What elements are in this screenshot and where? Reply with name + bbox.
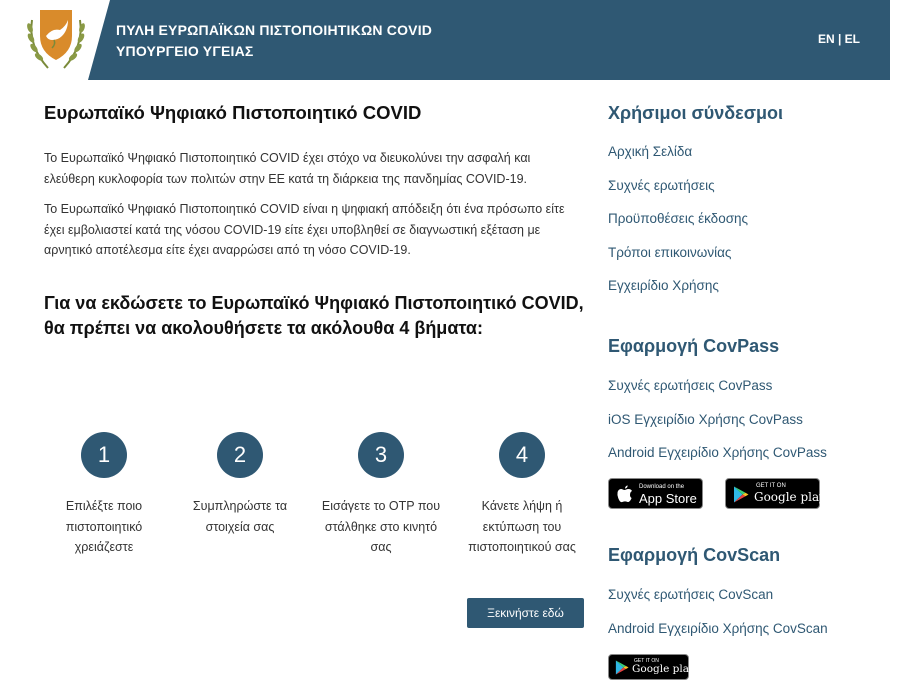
intro-paragraph-1: Το Ευρωπαϊκό Ψηφιακό Πιστοποιητικό COVID…: [44, 151, 531, 186]
portal-title-line1: ΠΥΛΗ ΕΥΡΩΠΑΪΚΩΝ ΠΙΣΤΟΠΟΙΗΤΙΚΩΝ COVID: [116, 22, 433, 38]
covscan-google-play-badge[interactable]: GET IT ON Google play: [608, 654, 695, 680]
step-label: Συμπληρώστε τα στοιχεία σας: [192, 499, 288, 534]
useful-links-list: Αρχική Σελίδα Συχνές ερωτήσεις Προϋποθέσ…: [608, 143, 888, 311]
main-content: Ευρωπαϊκό Ψηφιακό Πιστοποιητικό COVID Το…: [44, 100, 584, 341]
useful-links-heading: Χρήσιμοι σύνδεσμοι: [608, 103, 784, 123]
step-number-badge: 2: [217, 432, 263, 478]
step-label: Εισάγετε το OTP που στάλθηκε στο κινητό …: [321, 499, 441, 554]
covscan-google-play-badge-big: Google play: [632, 663, 695, 675]
lang-en-link[interactable]: EN: [818, 32, 835, 46]
covscan-links-list: Συχνές ερωτήσεις CovScan Android Εγχειρί…: [608, 586, 888, 653]
start-here-button[interactable]: Ξεκινήστε εδώ: [467, 598, 584, 628]
app-store-badge[interactable]: Download on the App Store: [608, 478, 703, 509]
google-play-badge-small: GET IT ON: [756, 483, 786, 489]
page-title: Ευρωπαϊκό Ψηφιακό Πιστοποιητικό COVID: [44, 102, 422, 123]
step-item: 4 Κάνετε λήψη ή εκτύπωση του πιστοποιητι…: [462, 432, 582, 558]
step-label: Κάνετε λήψη ή εκτύπωση του πιστοποιητικο…: [468, 499, 576, 554]
header-divider: [88, 0, 110, 80]
link-covscan-android-manual[interactable]: Android Εγχειρίδιο Χρήσης CovScan: [608, 620, 888, 654]
step-number-badge: 3: [358, 432, 404, 478]
google-play-icon: [734, 486, 749, 503]
google-play-icon: [615, 660, 629, 675]
apple-icon: [617, 485, 632, 503]
language-switcher: EN | EL: [818, 32, 860, 46]
link-user-manual[interactable]: Εγχειρίδιο Χρήσης: [608, 277, 888, 311]
link-covpass-faq[interactable]: Συχνές ερωτήσεις CovPass: [608, 377, 888, 411]
step-item: 1 Επιλέξτε ποιο πιστοποιητικό χρειάζεστε: [44, 432, 164, 558]
link-faq[interactable]: Συχνές ερωτήσεις: [608, 177, 888, 211]
app-store-badge-big: App Store: [639, 491, 697, 506]
lang-separator: |: [834, 32, 845, 46]
link-contact[interactable]: Τρόποι επικοινωνίας: [608, 244, 888, 278]
step-item: 2 Συμπληρώστε τα στοιχεία σας: [180, 432, 300, 537]
link-issuance-requirements[interactable]: Προϋποθέσεις έκδοσης: [608, 210, 888, 244]
app-store-badge-small: Download on the: [639, 484, 685, 490]
link-covpass-android-manual[interactable]: Android Εγχειρίδιο Χρήσης CovPass: [608, 444, 888, 478]
step-number-badge: 1: [81, 432, 127, 478]
portal-title-line2: ΥΠΟΥΡΓΕΙΟ ΥΓΕΙΑΣ: [116, 43, 254, 59]
step-number-badge: 4: [499, 432, 545, 478]
steps-list: 1 Επιλέξτε ποιο πιστοποιητικό χρειάζεστε…: [44, 432, 584, 572]
covpass-section: Εφαρμογή CovPass Συχνές ερωτήσεις CovPas…: [608, 333, 888, 478]
covscan-heading: Εφαρμογή CovScan: [608, 545, 781, 565]
link-home[interactable]: Αρχική Σελίδα: [608, 143, 888, 177]
link-covpass-ios-manual[interactable]: iOS Εγχειρίδιο Χρήσης CovPass: [608, 411, 888, 445]
lang-el-link[interactable]: EL: [845, 32, 860, 46]
step-label: Επιλέξτε ποιο πιστοποιητικό χρειάζεστε: [65, 499, 143, 554]
covpass-links-list: Συχνές ερωτήσεις CovPass iOS Εγχειρίδιο …: [608, 377, 888, 478]
portal-title: ΠΥΛΗ ΕΥΡΩΠΑΪΚΩΝ ΠΙΣΤΟΠΟΙΗΤΙΚΩΝ COVID ΥΠΟ…: [116, 20, 432, 62]
google-play-badge[interactable]: GET IT ON Google play: [725, 478, 826, 509]
link-covscan-faq[interactable]: Συχνές ερωτήσεις CovScan: [608, 586, 888, 620]
site-header: ΠΥΛΗ ΕΥΡΩΠΑΪΚΩΝ ΠΙΣΤΟΠΟΙΗΤΙΚΩΝ COVID ΥΠΟ…: [20, 0, 890, 80]
intro-paragraph-2: Το Ευρωπαϊκό Ψηφιακό Πιστοποιητικό COVID…: [44, 202, 565, 257]
covpass-heading: Εφαρμογή CovPass: [608, 336, 780, 356]
google-play-badge-big: Google play: [754, 490, 826, 504]
covscan-section: Εφαρμογή CovScan Συχνές ερωτήσεις CovSca…: [608, 542, 888, 653]
cyprus-emblem-icon[interactable]: [24, 6, 88, 74]
useful-links-section: Χρήσιμοι σύνδεσμοι Αρχική Σελίδα Συχνές …: [608, 100, 888, 311]
step-item: 3 Εισάγετε το OTP που στάλθηκε στο κινητ…: [321, 432, 441, 558]
steps-heading: Για να εκδώσετε το Ευρωπαϊκό Ψηφιακό Πισ…: [44, 292, 584, 338]
